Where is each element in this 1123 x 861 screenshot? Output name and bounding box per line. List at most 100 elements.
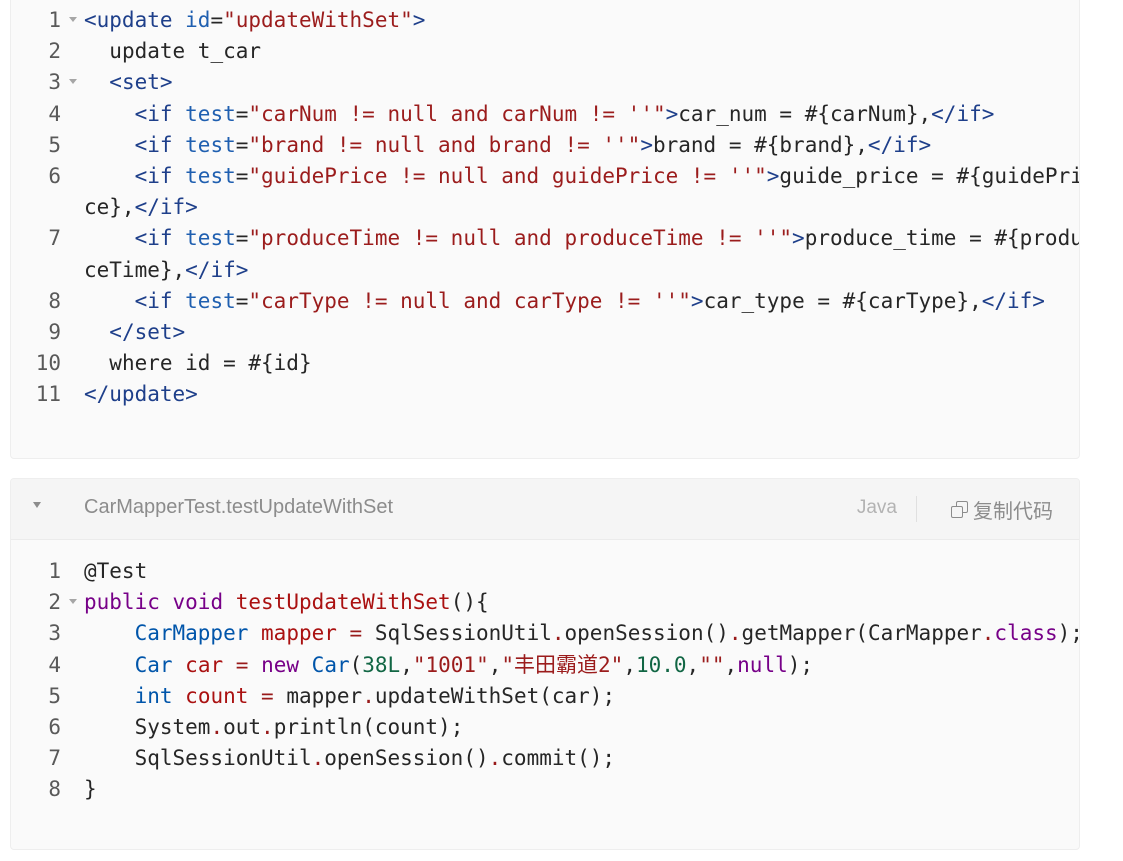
line-number: 3 xyxy=(48,621,61,646)
code-line: 6 System.out.println(count); xyxy=(11,712,1079,743)
code-token: openSession() xyxy=(564,621,729,646)
code-token: <if xyxy=(134,101,186,126)
code-token: test xyxy=(185,132,236,157)
language-label: Java xyxy=(856,497,897,518)
java-code-body: 1 @Test 2 public void testUpdateWithSet(){3… xyxy=(11,556,1079,806)
code-token: <if xyxy=(134,132,186,157)
line-number: 6 xyxy=(48,715,61,740)
code-line: 1 <update id="updateWithSet"> xyxy=(11,5,1079,36)
line-number: 4 xyxy=(48,652,61,677)
code-token: println(count); xyxy=(273,715,464,740)
code-token: test xyxy=(185,164,236,189)
code-token: > xyxy=(792,226,805,251)
code-token: ); xyxy=(787,652,814,677)
code-token: test xyxy=(185,226,236,251)
code-token: = xyxy=(235,132,249,157)
code-token: > xyxy=(412,8,426,32)
code-token: , xyxy=(724,652,738,677)
line-number: 3 xyxy=(48,70,61,95)
code-token: </if> xyxy=(867,132,932,157)
code-token: "updateWithSet" xyxy=(223,8,413,32)
code-line-text: public void testUpdateWithSet(){ xyxy=(84,587,1079,618)
code-token: . xyxy=(981,621,995,646)
code-token: System xyxy=(84,715,211,740)
code-token: . xyxy=(311,746,325,771)
code-token: "carNum != null and carNum != ''" xyxy=(248,101,666,126)
line-number: 4 xyxy=(48,101,61,126)
line-number: 1 xyxy=(48,8,61,32)
code-token: = xyxy=(235,164,249,189)
line-number: 9 xyxy=(48,320,61,345)
code-line: 9 </set> xyxy=(11,317,1079,348)
line-number: 2 xyxy=(48,39,61,64)
code-token: , xyxy=(400,652,413,677)
code-token: openSession() xyxy=(324,746,489,771)
code-token: = xyxy=(349,621,363,646)
code-token: <if xyxy=(134,288,186,313)
code-line: 11 </update> xyxy=(11,379,1079,410)
code-line-text: <if test="carNum != null and carNum != '… xyxy=(84,99,1079,130)
copy-code-button[interactable]: 复制代码 xyxy=(951,494,1053,524)
code-token: mapper xyxy=(273,683,363,708)
header-divider xyxy=(916,496,917,522)
code-token: "guidePrice != null and guidePrice != ''… xyxy=(248,164,767,189)
code-token: ( xyxy=(349,652,363,677)
code-token: = xyxy=(210,8,224,32)
line-number: 7 xyxy=(48,746,61,771)
code-token: > xyxy=(690,288,704,313)
code-token: > xyxy=(640,132,653,157)
code-token: @Test xyxy=(84,559,148,583)
code-token: <if xyxy=(134,164,186,189)
code-token: = xyxy=(261,683,274,708)
code-line: 7 <if test="produceTime != null and prod… xyxy=(11,223,1079,285)
code-line-text: System.out.println(count); xyxy=(84,712,1079,743)
code-token: brand = #{brand}, xyxy=(652,132,868,157)
fold-toggle-icon[interactable] xyxy=(69,17,77,22)
code-line-text: </update> xyxy=(84,379,1079,410)
code-token: class xyxy=(994,621,1058,646)
collapse-caret-icon[interactable] xyxy=(33,502,41,508)
fold-toggle-icon[interactable] xyxy=(69,79,77,85)
line-number: 8 xyxy=(48,288,61,313)
code-line-text: Car car = new Car(38L,"1001","丰田霸道2",10.… xyxy=(84,650,1079,681)
code-line: 3 CarMapper mapper = SqlSessionUtil.open… xyxy=(11,618,1079,649)
java-code-block: CarMapperTest.testUpdateWithSet Java 复制代… xyxy=(10,478,1080,850)
code-line-text: <set> xyxy=(84,67,1079,98)
fold-toggle-icon[interactable] xyxy=(69,599,77,605)
code-token: null xyxy=(737,652,788,677)
code-token: </if> xyxy=(134,195,198,220)
code-token: car_num = #{carNum}, xyxy=(678,101,932,126)
code-token: CarMapper xyxy=(134,621,249,646)
code-token: </update> xyxy=(84,382,198,407)
code-token: ); xyxy=(1057,621,1079,646)
code-line: 4 <if test="carNum != null and carNum !=… xyxy=(11,99,1079,130)
code-token: "丰田霸道2" xyxy=(501,652,624,677)
code-token: car_type = #{carType}, xyxy=(703,288,982,313)
code-token: <if xyxy=(134,226,186,251)
code-token: </set> xyxy=(109,320,186,345)
code-token: getMapper(CarMapper xyxy=(741,621,982,646)
code-line: 2 public void testUpdateWithSet(){ xyxy=(11,587,1079,618)
line-number: 6 xyxy=(48,164,61,189)
xml-code-block: 1 <update id="updateWithSet"> 2 update t_c… xyxy=(10,0,1080,459)
code-token: </if> xyxy=(185,257,249,282)
code-token: count xyxy=(185,683,249,708)
code-token: . xyxy=(728,621,742,646)
code-token: car xyxy=(185,652,224,677)
code-title: CarMapperTest.testUpdateWithSet xyxy=(84,496,394,518)
code-line: 2 update t_car xyxy=(11,36,1079,67)
code-line-text: @Test xyxy=(84,556,1079,587)
code-token: = xyxy=(235,288,249,313)
code-line-text: SqlSessionUtil.openSession().commit(); xyxy=(84,743,1079,774)
